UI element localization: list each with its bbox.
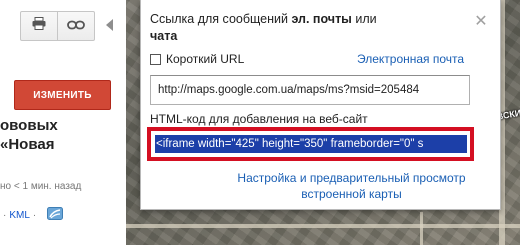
map-road xyxy=(420,212,423,245)
close-button[interactable]: ✕ xyxy=(472,12,490,30)
short-url-label: Короткий URL xyxy=(166,52,245,66)
collapse-arrow-icon[interactable] xyxy=(106,19,113,31)
map-title-line: ововых xyxy=(0,117,58,134)
link-dialog: ✕ Ссылка для сообщений эл. почты или чата… xyxy=(140,0,501,210)
customize-embed-link[interactable]: Настройка и предварительный просмотр вст… xyxy=(214,170,489,202)
embed-code-field[interactable]: <iframe width="425" height="350" framebo… xyxy=(155,135,467,153)
kml-link[interactable]: KML xyxy=(9,210,30,221)
edit-button[interactable]: ИЗМЕНИТЬ xyxy=(14,80,111,110)
title-text: или xyxy=(351,12,377,26)
rss-icon[interactable] xyxy=(47,207,64,223)
link-url-field[interactable]: http://maps.google.com.ua/maps/ms?msid=2… xyxy=(150,75,470,105)
email-link[interactable]: Электронная почта xyxy=(357,52,464,66)
map-title: ововых «Новая xyxy=(0,116,126,154)
kml-row: · KML · xyxy=(0,207,64,223)
separator: · xyxy=(3,209,7,221)
close-icon: ✕ xyxy=(474,13,488,30)
title-chat: чата xyxy=(150,29,178,43)
dialog-title: Ссылка для сообщений эл. почты или чата xyxy=(150,11,450,45)
link-button[interactable] xyxy=(57,11,95,41)
print-button[interactable] xyxy=(20,11,58,41)
maps-sidebar: ИЗМЕНИТЬ ововых «Новая но < 1 мин. назад… xyxy=(0,0,126,245)
print-icon xyxy=(32,17,46,35)
map-title-line: «Новая xyxy=(0,136,55,153)
edited-time: но < 1 мин. назад xyxy=(0,181,82,192)
short-url-option[interactable]: Короткий URL xyxy=(150,52,244,66)
title-text: Ссылка для сообщений xyxy=(150,12,292,26)
link-icon xyxy=(67,17,85,35)
map-road xyxy=(126,224,520,228)
html-code-label: HTML-код для добавления на веб-сайт xyxy=(150,112,368,126)
separator: · xyxy=(32,209,37,221)
title-email: эл. почты xyxy=(291,12,352,26)
short-url-checkbox[interactable] xyxy=(150,53,161,65)
embed-code-highlight: <iframe width="425" height="350" framebo… xyxy=(147,127,474,161)
